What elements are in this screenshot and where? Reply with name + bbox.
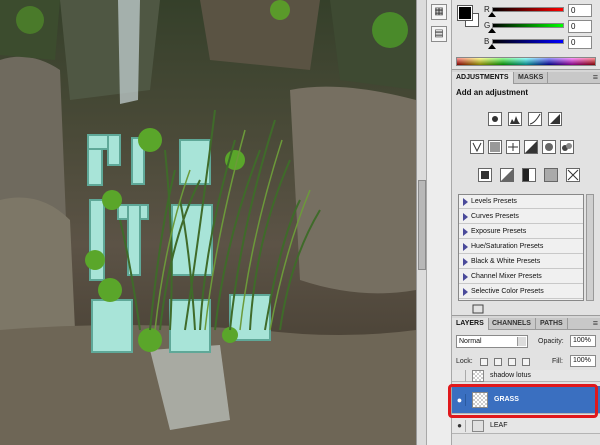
canvas-vertical-scrollbar[interactable]	[416, 0, 426, 445]
presets-scrollbar[interactable]	[586, 194, 594, 301]
vibrance-icon[interactable]	[470, 140, 484, 154]
hue-saturation-icon[interactable]	[488, 140, 502, 154]
lock-all-icon[interactable]	[522, 358, 530, 366]
visibility-toggle[interactable]	[454, 370, 466, 382]
channel-g-value[interactable]: 0	[568, 20, 592, 33]
panel-dock: R 0 G 0 B 0 ADJUSTMENTS MASKS ≡ Add an a…	[448, 0, 600, 445]
preset-exposure[interactable]: Exposure Presets	[459, 225, 583, 239]
opacity-label: Opacity:	[538, 338, 564, 345]
layers-panel: LAYERS CHANNELS PATHS ≡ Normal Opacity: …	[452, 318, 600, 445]
channel-r-value[interactable]: 0	[568, 4, 592, 17]
eye-icon[interactable]: ●	[454, 420, 466, 432]
panel-dock-strip: ▦ ▤	[426, 0, 452, 445]
layers-tabbar: LAYERS CHANNELS PATHS ≡	[452, 318, 600, 330]
threshold-icon[interactable]	[522, 168, 536, 182]
layer-row[interactable]: ● LEAF	[452, 418, 600, 434]
adjustment-presets-list: Levels Presets Curves Presets Exposure P…	[458, 194, 584, 301]
foreground-color-swatch[interactable]	[457, 5, 473, 21]
clip-to-layer-icon[interactable]	[472, 304, 484, 314]
tab-channels[interactable]: CHANNELS	[488, 318, 536, 330]
preset-levels[interactable]: Levels Presets	[459, 195, 583, 209]
preset-black-white[interactable]: Black & White Presets	[459, 255, 583, 269]
fill-label: Fill:	[552, 358, 563, 365]
color-spectrum-ramp[interactable]	[456, 57, 596, 66]
layer-name: LEAF	[490, 422, 508, 429]
opacity-input[interactable]: 100%	[570, 335, 596, 347]
canvas-artwork	[0, 0, 416, 445]
lock-transparency-icon[interactable]	[480, 358, 488, 366]
panel-menu-icon[interactable]: ≡	[593, 73, 598, 82]
tab-adjustments[interactable]: ADJUSTMENTS	[452, 72, 514, 84]
posterize-icon[interactable]	[500, 168, 514, 182]
lock-position-icon[interactable]	[508, 358, 516, 366]
channel-g-slider[interactable]	[492, 23, 564, 28]
color-balance-icon[interactable]	[506, 140, 520, 154]
fill-input[interactable]: 100%	[570, 355, 596, 367]
layer-name: shadow lotus	[490, 372, 531, 379]
channel-mixer-icon[interactable]	[560, 140, 574, 154]
blend-mode-select[interactable]: Normal	[456, 335, 528, 348]
tab-paths[interactable]: PATHS	[536, 318, 568, 330]
channel-r-slider[interactable]	[492, 7, 564, 12]
lock-label: Lock:	[456, 358, 473, 365]
preset-hue-saturation[interactable]: Hue/Saturation Presets	[459, 240, 583, 254]
tab-masks[interactable]: MASKS	[514, 72, 549, 84]
chevron-down-icon	[517, 337, 526, 346]
black-white-icon[interactable]	[524, 140, 538, 154]
preset-channel-mixer[interactable]: Channel Mixer Presets	[459, 270, 583, 284]
curves-icon[interactable]	[528, 112, 542, 126]
color-panel: R 0 G 0 B 0	[452, 0, 600, 70]
layer-thumbnail	[472, 370, 484, 382]
adjustments-tabbar: ADJUSTMENTS MASKS ≡	[452, 72, 600, 84]
expand-triangle-icon	[463, 243, 468, 251]
invert-icon[interactable]	[478, 168, 492, 182]
lock-pixels-icon[interactable]	[494, 358, 502, 366]
expand-triangle-icon	[463, 198, 468, 206]
channel-b-slider[interactable]	[492, 39, 564, 44]
brightness-contrast-icon[interactable]	[488, 112, 502, 126]
channel-b-thumb[interactable]	[488, 44, 496, 49]
expand-triangle-icon	[463, 213, 468, 221]
gradient-map-icon[interactable]	[544, 168, 558, 182]
annotation-highlight-box	[448, 384, 598, 418]
channel-r-thumb[interactable]	[488, 12, 496, 17]
expand-triangle-icon	[463, 288, 468, 296]
folder-icon	[472, 420, 484, 432]
preset-selective-color[interactable]: Selective Color Presets	[459, 285, 583, 299]
scrollbar-thumb[interactable]	[418, 180, 426, 270]
expand-triangle-icon	[463, 273, 468, 281]
channel-b-value[interactable]: 0	[568, 36, 592, 49]
expand-triangle-icon	[463, 258, 468, 266]
exposure-icon[interactable]	[548, 112, 562, 126]
swatches-panel-icon[interactable]: ▤	[431, 26, 447, 42]
levels-icon[interactable]	[508, 112, 522, 126]
preset-curves[interactable]: Curves Presets	[459, 210, 583, 224]
document-canvas[interactable]	[0, 0, 416, 445]
layer-row[interactable]: shadow lotus	[452, 370, 600, 382]
adjustments-panel: ADJUSTMENTS MASKS ≡ Add an adjustment Le…	[452, 72, 600, 316]
panel-menu-icon[interactable]: ≡	[593, 319, 598, 328]
selective-color-icon[interactable]	[566, 168, 580, 182]
channel-g-thumb[interactable]	[488, 28, 496, 33]
photo-filter-icon[interactable]	[542, 140, 556, 154]
color-panel-icon[interactable]: ▦	[431, 4, 447, 20]
adjustments-title: Add an adjustment	[456, 88, 529, 97]
tab-layers[interactable]: LAYERS	[452, 318, 489, 330]
expand-triangle-icon	[463, 228, 468, 236]
